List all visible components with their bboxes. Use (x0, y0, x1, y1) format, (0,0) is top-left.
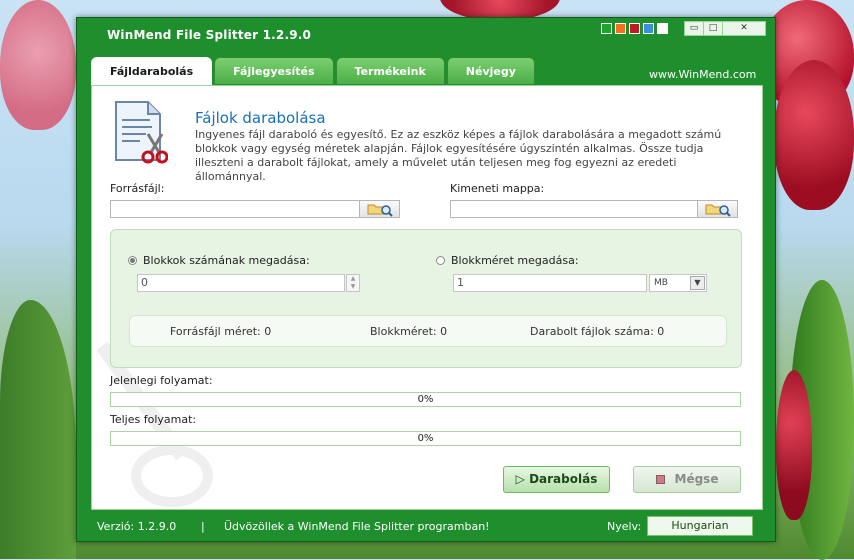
block-count-input[interactable]: 0 (137, 274, 345, 292)
minimize-button[interactable]: ▭ (684, 21, 704, 36)
app-window: WinMend File Splitter 1.2.9.0 ▭ □ ✕ Fájl… (76, 17, 776, 542)
stepper-up-icon[interactable]: ▲ (347, 275, 359, 283)
source-browse-button[interactable] (359, 200, 400, 218)
block-count-stepper[interactable]: ▲ ▼ (346, 274, 360, 292)
tab-products[interactable]: Termékeink (335, 57, 445, 84)
cancel-button[interactable]: Mégse (633, 466, 741, 493)
stop-icon (655, 475, 665, 484)
block-size-label[interactable]: Blokkméret megadása: (451, 254, 579, 267)
theme-green-swatch[interactable] (601, 23, 612, 34)
source-file-label: Forrásfájl: (110, 182, 165, 195)
website-link[interactable]: www.WinMend.com (649, 68, 756, 81)
theme-selector (601, 23, 668, 34)
page-description: Ingyenes fájl daraboló és egyesítő. Ez a… (195, 128, 722, 183)
unit-select-value: MB (654, 278, 668, 288)
folder-search-icon (705, 204, 731, 217)
split-button[interactable]: ▷ Darabolás (503, 466, 610, 493)
theme-orange-swatch[interactable] (615, 23, 626, 34)
background-tulip (776, 370, 812, 520)
language-select[interactable]: Hungarian (647, 516, 753, 536)
part-count-stat: Darabolt fájlok száma: 0 (530, 325, 665, 338)
unit-select[interactable]: MB ▼ (649, 274, 707, 292)
block-size-input[interactable]: 1 (453, 274, 647, 292)
theme-white-swatch[interactable] (657, 23, 668, 34)
maximize-button[interactable]: □ (703, 21, 723, 36)
block-size-stat: Blokkméret: 0 (370, 325, 448, 338)
split-button-label: Darabolás (529, 472, 598, 486)
background-tulip (0, 0, 76, 130)
total-progress-bar: 0% (110, 431, 741, 446)
stepper-down-icon[interactable]: ▼ (347, 283, 359, 291)
current-progress-label: Jelenlegi folyamat: (110, 374, 213, 387)
block-count-label[interactable]: Blokkok számának megadása: (143, 254, 310, 267)
status-bar: Verzió: 1.2.9.0 | Üdvözöllek a WinMend F… (77, 512, 775, 542)
output-browse-button[interactable] (697, 200, 738, 218)
version-text: Verzió: 1.2.9.0 (97, 520, 177, 533)
block-size-radio[interactable] (436, 256, 445, 265)
output-folder-label: Kimeneti mappa: (450, 182, 545, 195)
tab-bar: Fájldarabolás Fájlegyesítés Termékeink N… (91, 57, 537, 86)
title-bar[interactable]: WinMend File Splitter 1.2.9.0 ▭ □ ✕ (77, 18, 775, 54)
cancel-button-label: Mégse (674, 472, 719, 486)
tab-file-join[interactable]: Fájlegyesítés (214, 57, 334, 84)
background-tulip (774, 60, 854, 210)
theme-red-swatch[interactable] (629, 23, 640, 34)
tab-about[interactable]: Névjegy (446, 57, 535, 84)
tab-file-split[interactable]: Fájldarabolás (91, 57, 213, 86)
welcome-text: Üdvözöllek a WinMend File Splitter progr… (224, 520, 490, 533)
background-leaf (0, 300, 76, 559)
block-count-radio[interactable] (128, 256, 137, 265)
total-progress-label: Teljes folyamat: (110, 413, 197, 426)
stats-box: Forrásfájl méret: 0 Blokkméret: 0 Darabo… (129, 315, 727, 347)
output-folder-input[interactable] (450, 200, 698, 218)
play-icon: ▷ (515, 472, 525, 486)
document-scissors-icon (115, 101, 168, 164)
language-label: Nyelv: (607, 520, 642, 533)
window-title: WinMend File Splitter 1.2.9.0 (107, 28, 312, 42)
page-title: Fájlok darabolása (195, 109, 326, 127)
chevron-down-icon[interactable]: ▼ (690, 276, 705, 290)
source-size-stat: Forrásfájl méret: 0 (170, 325, 272, 338)
split-options-box: Blokkok számának megadása: 0 ▲ ▼ Blokkmé… (110, 229, 742, 368)
folder-search-icon (367, 204, 393, 217)
close-button[interactable]: ✕ (722, 21, 766, 36)
status-separator: | (201, 520, 205, 533)
source-file-input[interactable] (110, 200, 360, 218)
split-panel: Fájlok darabolása Ingyenes fájl daraboló… (91, 85, 763, 510)
theme-blue-swatch[interactable] (643, 23, 654, 34)
current-progress-bar: 0% (110, 392, 741, 407)
